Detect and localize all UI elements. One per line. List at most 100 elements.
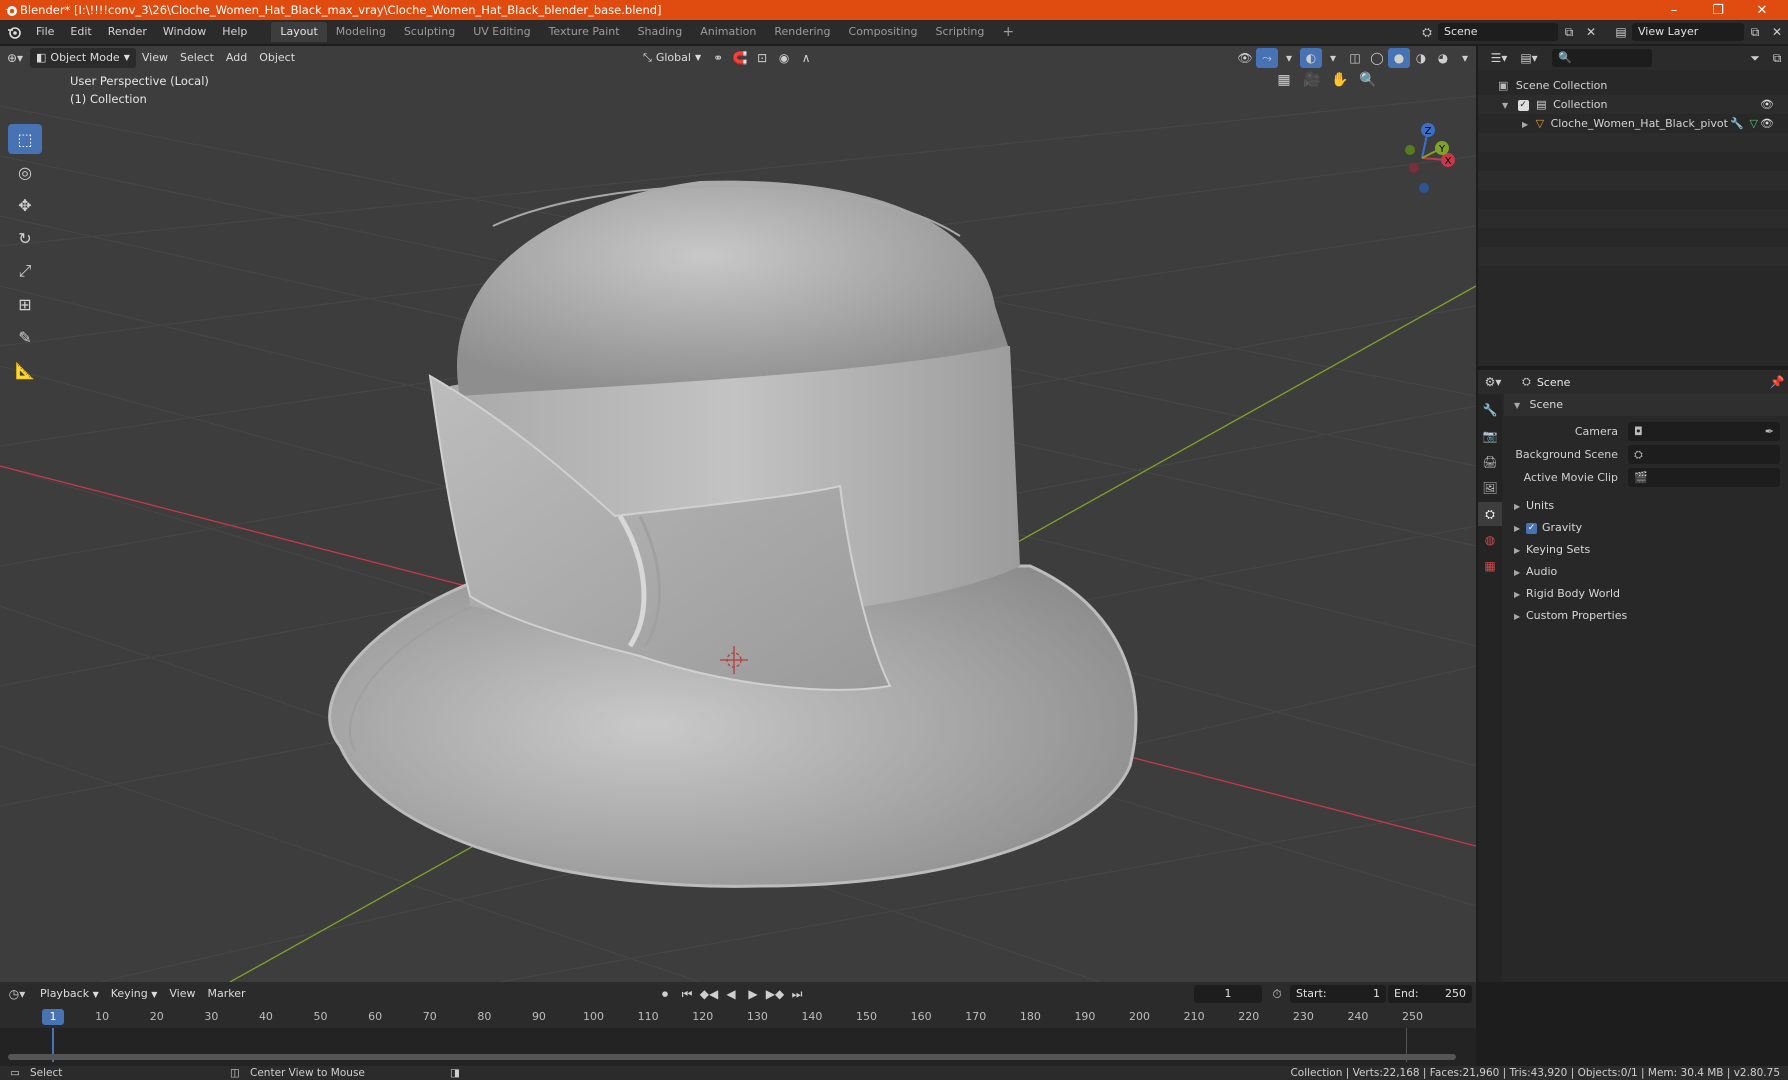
timeline-scrollbar[interactable] (8, 1054, 1456, 1060)
transform-tool-icon[interactable]: ⊞ (8, 289, 42, 319)
camera-view-icon[interactable]: 🎥 (1300, 68, 1324, 92)
scene-selector-icon[interactable]: ⛭ (1416, 22, 1438, 42)
eye-icon[interactable]: 👁 (1760, 114, 1774, 133)
gizmos-toggle-icon[interactable]: ⤳ (1256, 48, 1278, 68)
tab-rendering[interactable]: Rendering (765, 22, 839, 42)
viewport-menu-object[interactable]: Object (253, 48, 301, 68)
falloff-icon[interactable]: ∧ (795, 48, 817, 68)
eyedropper-icon[interactable]: ✒ (1765, 425, 1780, 438)
restore-button[interactable]: ❐ (1696, 0, 1740, 20)
menu-render[interactable]: Render (100, 20, 155, 44)
editor-type-icon[interactable]: ⊕▾ (0, 48, 30, 68)
auto-keying-icon[interactable]: ⏺ (654, 984, 676, 1004)
texture-tab-icon[interactable]: ▦ (1478, 554, 1502, 578)
playhead-frame-label[interactable]: 1 (42, 1009, 64, 1025)
collection-checkbox[interactable]: ✓ (1517, 99, 1529, 111)
jump-end-icon[interactable]: ⏭ (786, 984, 808, 1004)
panel-custom-properties[interactable]: ▶ Custom Properties (1504, 605, 1788, 627)
menu-help[interactable]: Help (214, 20, 255, 44)
panel-keying-sets[interactable]: ▶ Keying Sets (1504, 539, 1788, 561)
scene-name-field[interactable]: Scene (1438, 23, 1558, 41)
material-shading-icon[interactable]: ◑ (1410, 48, 1432, 68)
timeline-menu-marker[interactable]: Marker (201, 984, 251, 1004)
menu-edit[interactable]: Edit (62, 20, 99, 44)
output-tab-icon[interactable]: 🖨 (1478, 450, 1502, 474)
delete-view-layer-icon[interactable]: ✕ (1766, 22, 1788, 42)
shading-options-icon[interactable]: ▾ (1454, 48, 1476, 68)
scene-tab-icon[interactable]: ⛭ (1478, 502, 1502, 526)
outliner-editor-type-icon[interactable]: ☰▾ (1484, 48, 1514, 68)
delete-scene-icon[interactable]: ✕ (1580, 22, 1602, 42)
close-window-button[interactable]: ✕ (1740, 0, 1784, 20)
tab-scripting[interactable]: Scripting (926, 22, 993, 42)
mode-dropdown[interactable]: ◧ Object Mode ▼ (30, 48, 136, 68)
eye-icon[interactable]: 👁 (1760, 95, 1774, 114)
world-tab-icon[interactable]: ◍ (1478, 528, 1502, 552)
annotate-tool-icon[interactable]: ✎ (8, 322, 42, 352)
view-layer-field[interactable]: View Layer (1632, 23, 1744, 41)
timeline-menu-view[interactable]: View (163, 984, 201, 1004)
panel-rigid-body-world[interactable]: ▶ Rigid Body World (1504, 583, 1788, 605)
tab-shading[interactable]: Shading (629, 22, 692, 42)
view-layer-selector-icon[interactable]: ▤ (1610, 22, 1632, 42)
minimize-button[interactable]: – (1652, 0, 1696, 20)
viewport-menu-select[interactable]: Select (174, 48, 220, 68)
tab-modeling[interactable]: Modeling (327, 22, 395, 42)
preview-range-icon[interactable]: ⏱ (1266, 984, 1288, 1004)
timeline-menu-playback[interactable]: Playback ▼ (34, 984, 105, 1004)
start-frame-field[interactable]: Start: 1 (1290, 985, 1386, 1003)
rotate-tool-icon[interactable]: ↻ (8, 223, 42, 253)
tab-uv-editing[interactable]: UV Editing (464, 22, 539, 42)
menu-window[interactable]: Window (155, 20, 214, 44)
proportional-edit-icon[interactable]: ◉ (773, 48, 795, 68)
pan-view-icon[interactable]: ✋ (1328, 68, 1352, 92)
panel-scene[interactable]: ▼ Scene (1504, 394, 1788, 416)
play-reverse-icon[interactable]: ◀ (720, 984, 742, 1004)
xray-toggle-icon[interactable]: ◫ (1344, 48, 1366, 68)
blender-menu-icon[interactable] (0, 25, 28, 39)
properties-editor-type-icon[interactable]: ⚙▾ (1478, 372, 1508, 392)
viewport-menu-add[interactable]: Add (220, 48, 253, 68)
tool-tab-icon[interactable]: 🔧 (1478, 398, 1502, 422)
view-layer-tab-icon[interactable]: 🖼 (1478, 476, 1502, 500)
expand-arrow-icon[interactable]: ▶ (1522, 120, 1528, 129)
outliner-row-collection[interactable]: ▼ ✓ ▤ Collection 👁 (1478, 95, 1788, 114)
3d-viewport[interactable]: User Perspective (Local) (1) Collection … (0, 46, 1476, 982)
tab-texture-paint[interactable]: Texture Paint (540, 22, 629, 42)
expand-arrow-icon[interactable]: ▼ (1502, 101, 1508, 110)
new-view-layer-icon[interactable]: ⧉ (1744, 22, 1766, 42)
outliner-search-input[interactable]: 🔍 (1552, 49, 1652, 67)
new-collection-icon[interactable]: ⧉ (1766, 48, 1788, 68)
measure-tool-icon[interactable]: 📐 (8, 355, 42, 385)
navigation-gizmo[interactable]: Z X Y (1394, 122, 1474, 205)
wireframe-shading-icon[interactable]: ◯ (1366, 48, 1388, 68)
rendered-shading-icon[interactable]: ◕ (1432, 48, 1454, 68)
panel-units[interactable]: ▶ Units (1504, 495, 1788, 517)
move-tool-icon[interactable]: ✥ (8, 190, 42, 220)
tab-layout[interactable]: Layout (271, 22, 327, 42)
play-icon[interactable]: ▶ (742, 984, 764, 1004)
timeline-editor-type-icon[interactable]: ◷▾ (0, 984, 34, 1004)
timeline-menu-keying[interactable]: Keying ▼ (105, 984, 164, 1004)
tab-sculpting[interactable]: Sculpting (395, 22, 464, 42)
new-scene-icon[interactable]: ⧉ (1558, 22, 1580, 42)
add-workspace-button[interactable]: + (993, 22, 1023, 42)
modifier-wrench-icon[interactable]: 🔧 (1730, 114, 1744, 133)
transform-orientation-dropdown[interactable]: ⤡ Global ▼ (637, 48, 707, 68)
solid-shading-icon[interactable]: ● (1388, 48, 1410, 68)
menu-file[interactable]: File (28, 20, 62, 44)
toggle-camera-view-icon[interactable]: ▦ (1272, 68, 1296, 92)
frame-ruler[interactable]: 1 10 20 30 40 50 60 70 80 90 100 110 120 130 140 150 16… (0, 1006, 1476, 1028)
scale-tool-icon[interactable]: ⤢ (8, 256, 42, 286)
render-tab-icon[interactable]: 📷 (1478, 424, 1502, 448)
overlays-toggle-icon[interactable]: ◐ (1300, 48, 1322, 68)
mesh-data-icon[interactable]: ▽ (1750, 114, 1758, 133)
panel-audio[interactable]: ▶ Audio (1504, 561, 1788, 583)
select-box-tool-icon[interactable]: ⬚ (8, 124, 42, 154)
next-keyframe-icon[interactable]: ▶◆ (764, 984, 786, 1004)
viewport-menu-view[interactable]: View (136, 48, 174, 68)
visibility-icon[interactable]: 👁 (1234, 48, 1256, 68)
filter-icon[interactable]: ⏷ (1744, 48, 1766, 68)
axis-gizmo-icon[interactable]: Z X Y (1394, 122, 1474, 202)
background-scene-field[interactable]: ⛭ (1628, 445, 1780, 464)
